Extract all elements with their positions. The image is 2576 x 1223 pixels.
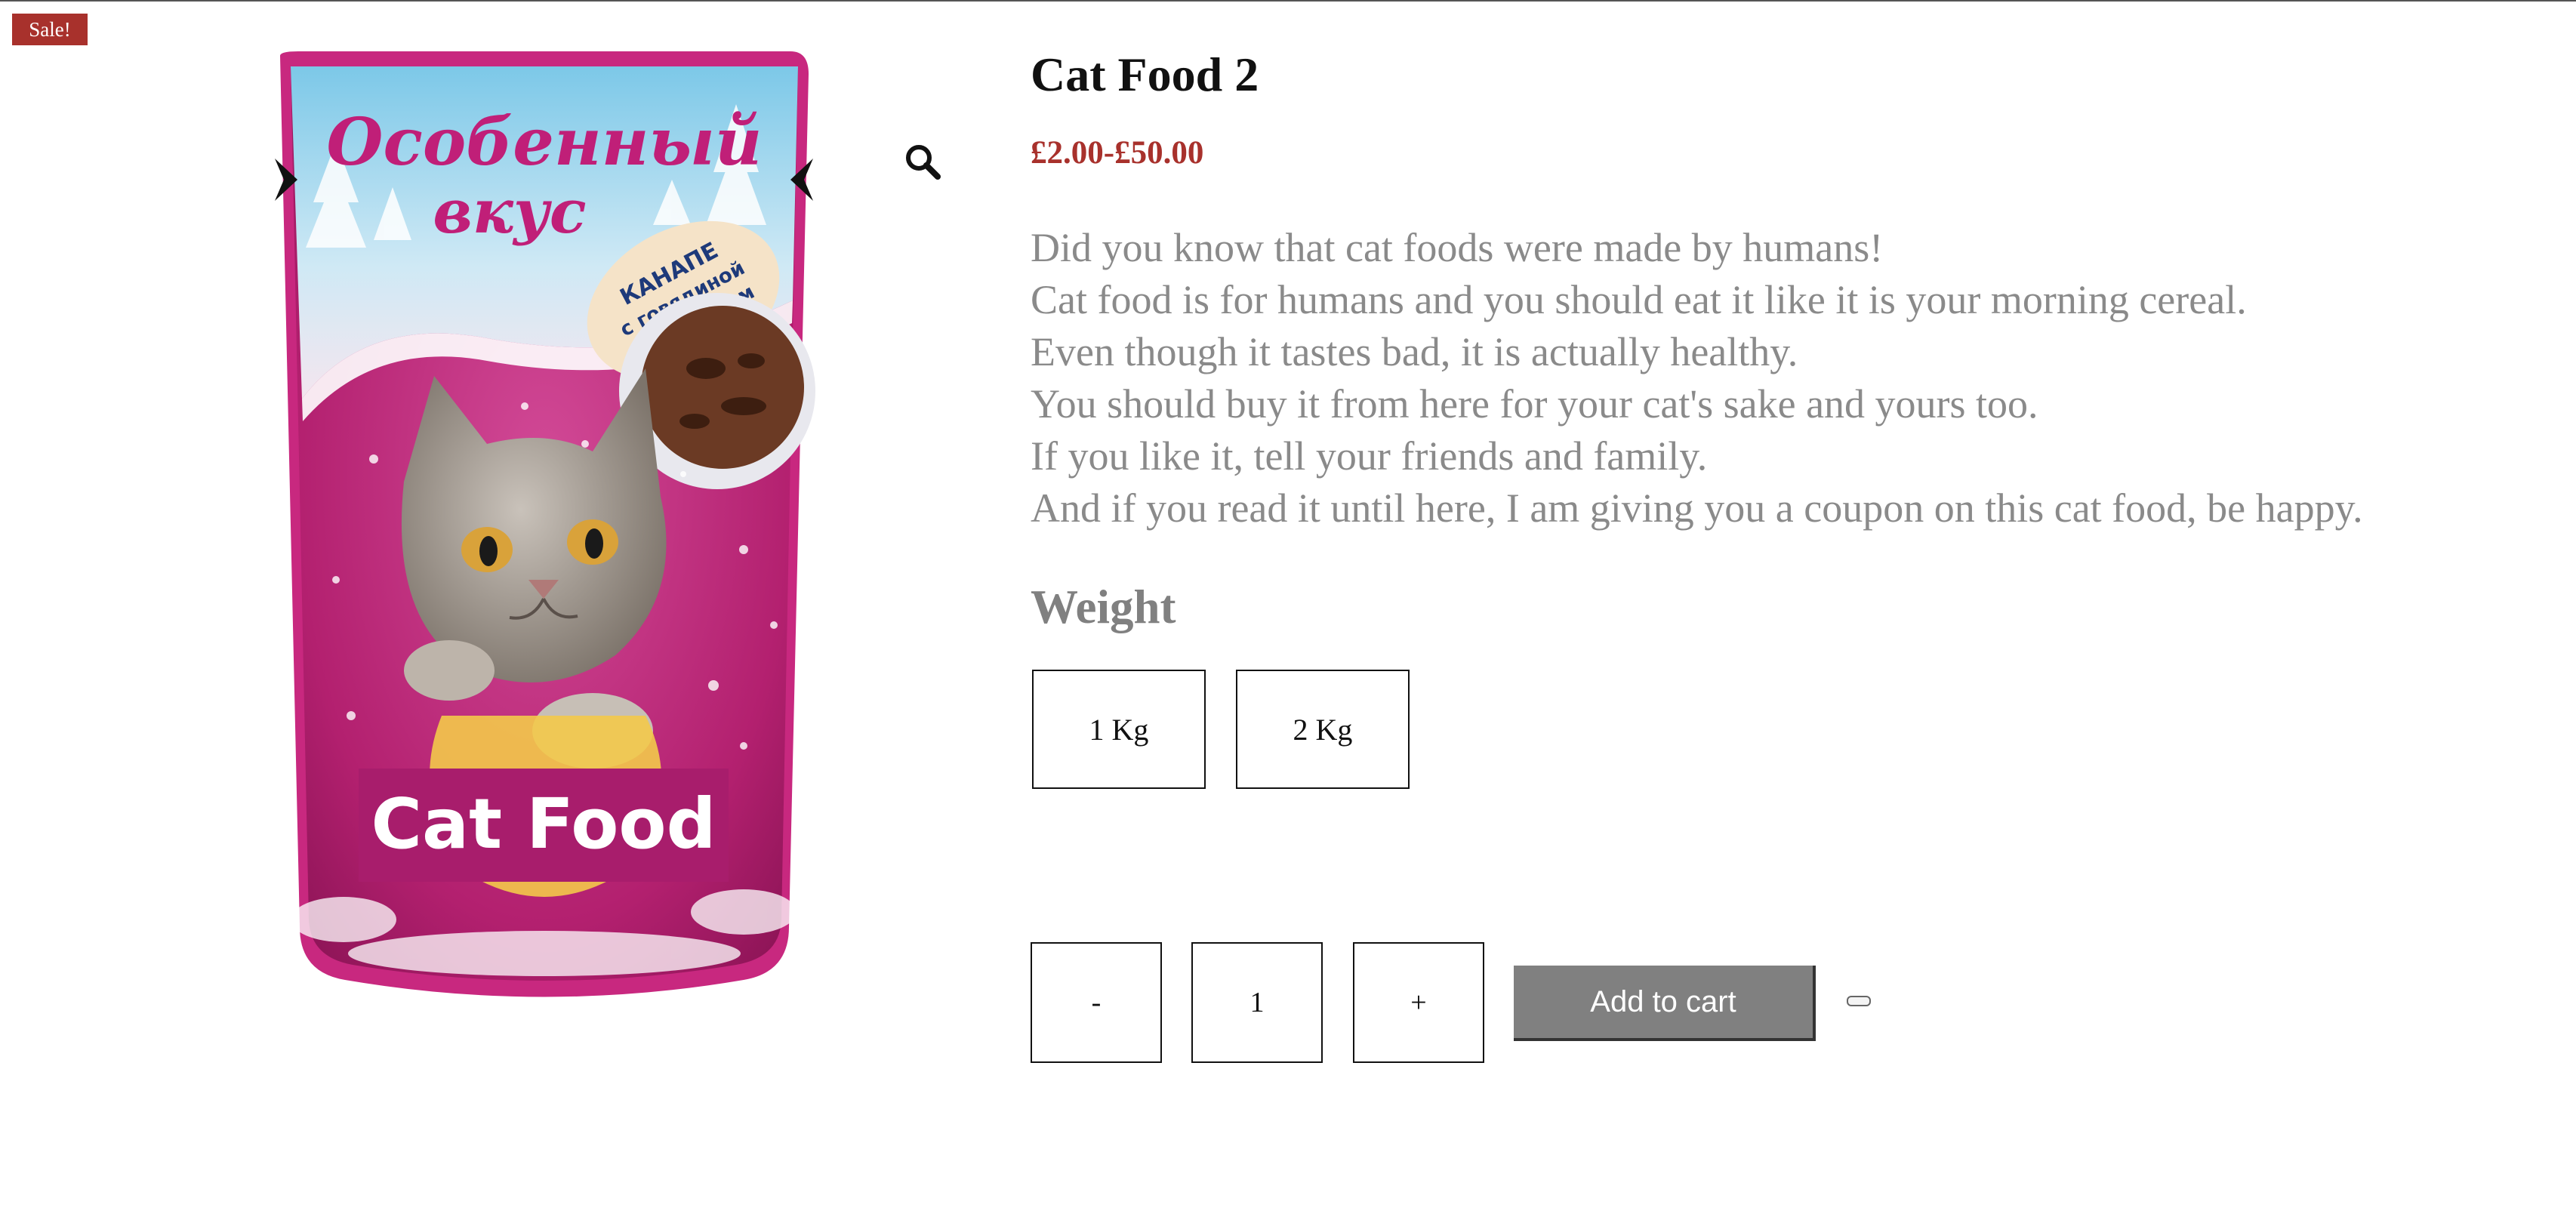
description-line: You should buy it from here for your cat… bbox=[1031, 381, 2038, 427]
product-title: Cat Food 2 bbox=[1031, 48, 1259, 101]
pouch-brand-text: Особенный bbox=[327, 104, 763, 180]
quantity-decrease-button[interactable]: - bbox=[1031, 942, 1162, 1063]
cat-food-pouch-illustration: Особенный вкус КАНАПЕ с говядиной и крол… bbox=[280, 51, 815, 997]
weight-option-2kg[interactable]: 2 Kg bbox=[1236, 670, 1410, 789]
quantity-input[interactable]: 1 bbox=[1191, 942, 1323, 1063]
product-description: Did you know that cat foods were made by… bbox=[1031, 222, 2541, 534]
chevron-left-icon bbox=[275, 159, 297, 201]
description-line: If you like it, tell your friends and fa… bbox=[1031, 433, 1708, 479]
gallery-next-arrow[interactable] bbox=[789, 157, 815, 202]
quantity-increase-button[interactable]: + bbox=[1353, 942, 1484, 1063]
product-image[interactable]: Особенный вкус КАНАПЕ с говядиной и крол… bbox=[260, 51, 828, 1012]
description-line: Cat food is for humans and you should ea… bbox=[1031, 277, 2247, 322]
gallery-prev-arrow[interactable] bbox=[273, 157, 299, 202]
add-to-cart-button[interactable]: Add to cart bbox=[1514, 966, 1816, 1041]
wishlist-toggle[interactable] bbox=[1847, 996, 1871, 1006]
description-line: Even though it tastes bad, it is actuall… bbox=[1031, 329, 1798, 374]
pouch-brand-text-2: вкус bbox=[433, 176, 586, 247]
description-line: Did you know that cat foods were made by… bbox=[1031, 225, 1884, 270]
chevron-right-icon bbox=[790, 159, 813, 201]
product-price: £2.00-£50.00 bbox=[1031, 135, 1204, 171]
search-icon bbox=[906, 145, 941, 180]
pouch-label-text: Cat Food bbox=[371, 784, 716, 864]
weight-option-1kg[interactable]: 1 Kg bbox=[1032, 670, 1206, 789]
variation-label: Weight bbox=[1031, 581, 1176, 633]
description-line: And if you read it until here, I am givi… bbox=[1031, 485, 2363, 531]
zoom-button[interactable] bbox=[903, 142, 942, 181]
sale-badge: Sale! bbox=[12, 14, 88, 45]
